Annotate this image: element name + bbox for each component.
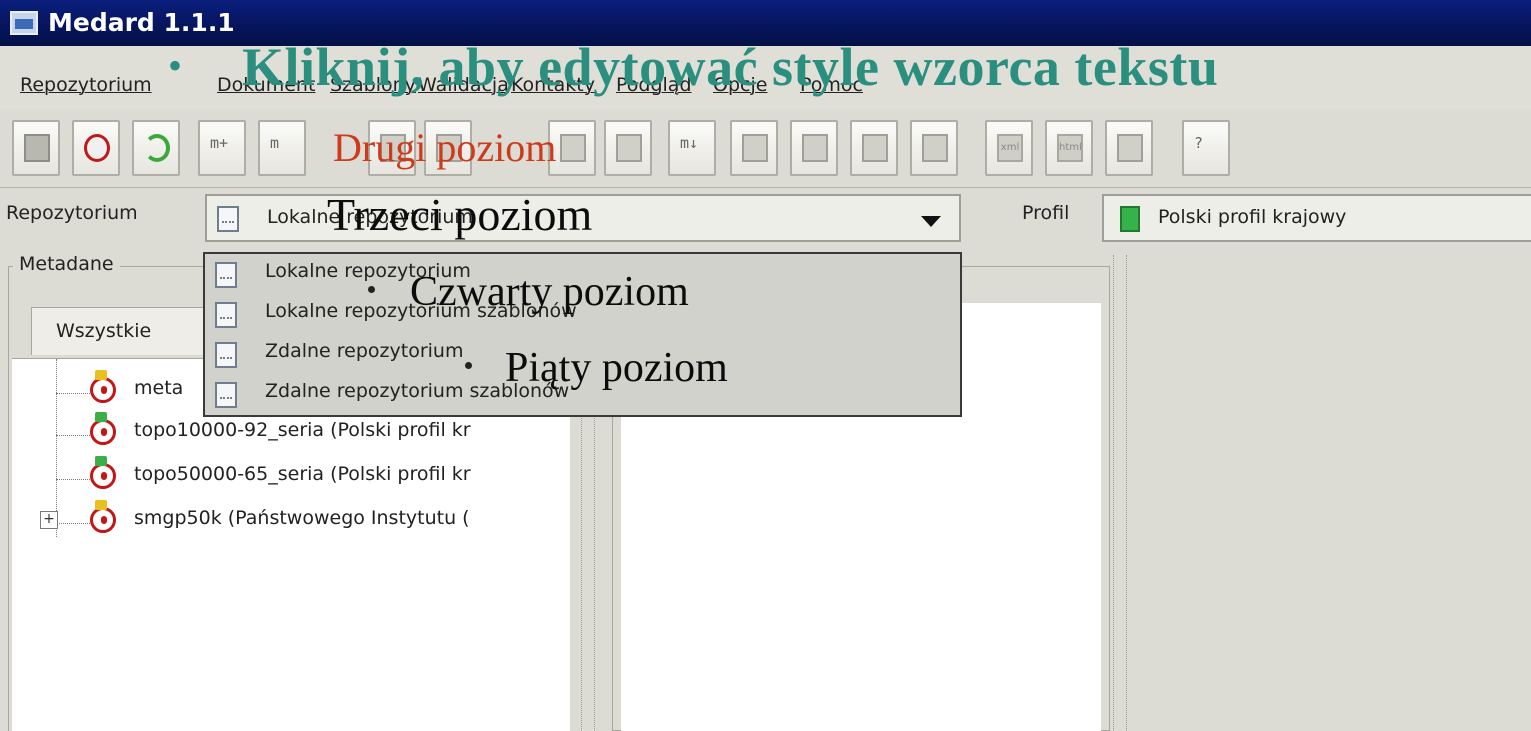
overlay-level-3: Trzeci poziom	[327, 189, 593, 240]
help-button[interactable]: ?	[1182, 120, 1230, 176]
repository-row: Repozytorium Lokalne repozytorium Profil…	[0, 188, 1531, 252]
validate-3-button[interactable]	[850, 120, 898, 176]
record-icon	[84, 134, 110, 162]
tree-branch-line	[56, 393, 90, 394]
tab-label: Wszystkie	[56, 320, 152, 342]
validate-1-icon	[742, 134, 768, 162]
metadata-record-icon	[90, 370, 116, 403]
profile-value: Polski profil krajowy	[1158, 206, 1347, 228]
metadata-down-icon: m↓	[680, 134, 699, 152]
refresh-button[interactable]	[132, 120, 180, 176]
upload-icon	[24, 134, 50, 162]
profile-field[interactable]: Polski profil krajowy	[1102, 194, 1531, 242]
validate-1-button[interactable]	[730, 120, 778, 176]
bullet-level-4	[368, 286, 375, 293]
print-icon	[1117, 134, 1143, 162]
add-metadata-icon: m+	[210, 134, 229, 152]
expand-plus-icon[interactable]: +	[40, 511, 58, 529]
metadata-record-icon	[90, 500, 116, 533]
hand2-button[interactable]	[604, 120, 652, 176]
tree-item-label: smgp50k (Państwowego Instytutu (	[134, 507, 470, 529]
toolbar: m+ m m↓ xml html ?	[0, 110, 1531, 188]
html-export-button[interactable]: html	[1045, 120, 1093, 176]
tree-branch-line	[56, 523, 90, 524]
overlay-level-2: Drugi poziom	[333, 125, 557, 170]
validate-2-button[interactable]	[790, 120, 838, 176]
tab-wszystkie[interactable]: Wszystkie	[31, 307, 207, 355]
metadata-record-icon	[90, 456, 116, 489]
database-icon	[215, 262, 237, 288]
metadata-down-button[interactable]: m↓	[668, 120, 716, 176]
database-icon	[215, 342, 237, 368]
upload-button[interactable]	[12, 120, 60, 176]
tree-branch-line	[56, 435, 90, 436]
overlay-level-4: Czwarty poziom	[410, 269, 689, 315]
validate-3-icon	[862, 134, 888, 162]
app-icon	[10, 11, 38, 35]
xml-export-button[interactable]: xml	[985, 120, 1033, 176]
tree-item-label: topo10000-92_seria (Polski profil kr	[134, 419, 471, 441]
repository-label: Repozytorium	[6, 202, 138, 224]
window-title: Medard 1.1.1	[48, 8, 235, 37]
tree-item[interactable]: topo50000-65_seria (Polski profil kr	[12, 456, 570, 497]
hand2-icon	[616, 134, 642, 162]
profile-book-icon	[1120, 206, 1140, 232]
html-export-icon: html	[1057, 134, 1083, 162]
metadata-record-icon	[90, 412, 116, 445]
overlay-level-5: Piąty poziom	[505, 345, 728, 391]
tree-item-label: topo50000-65_seria (Polski profil kr	[134, 463, 471, 485]
help-icon: ?	[1194, 134, 1204, 152]
validate-4-button[interactable]	[910, 120, 958, 176]
profile-label: Profil	[1022, 202, 1070, 224]
bullet-level-5	[465, 362, 472, 369]
refresh-icon	[144, 134, 170, 162]
database-icon	[215, 302, 237, 328]
option-label: Zdalne repozytorium	[265, 340, 464, 362]
chevron-down-icon[interactable]	[921, 216, 941, 227]
validate-2-icon	[802, 134, 828, 162]
database-icon	[217, 206, 239, 232]
tree-branch-line	[56, 479, 90, 480]
record-button[interactable]	[72, 120, 120, 176]
metadata-icon: m	[270, 134, 280, 152]
overlay-level-1: Kliknij, aby edytować style wzorca tekst…	[242, 37, 1219, 97]
validate-4-icon	[922, 134, 948, 162]
tree-item-label: meta	[134, 377, 184, 399]
xml-export-icon: xml	[997, 134, 1023, 162]
bullet-level-1: •	[168, 43, 183, 88]
tree-item[interactable]: topo10000-92_seria (Polski profil kr	[12, 412, 570, 453]
splitter-right[interactable]	[1113, 255, 1127, 731]
menu-repozytorium[interactable]: Repozytorium	[20, 74, 152, 96]
add-metadata-button[interactable]: m+	[198, 120, 246, 176]
metadata-legend: Metadane	[13, 253, 120, 275]
print-button[interactable]	[1105, 120, 1153, 176]
tree-item[interactable]: + smgp50k (Państwowego Instytutu (	[12, 500, 570, 541]
database-icon	[215, 382, 237, 408]
metadata-button[interactable]: m	[258, 120, 306, 176]
hand-icon	[560, 134, 586, 162]
